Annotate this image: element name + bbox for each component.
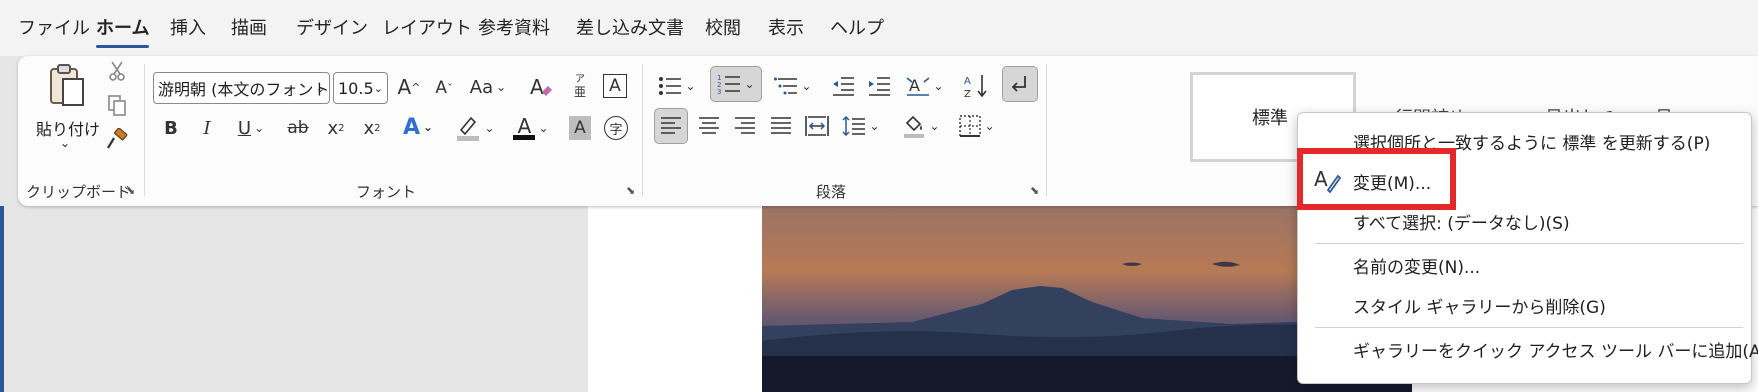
svg-text:A: A — [909, 76, 920, 95]
tab-review[interactable]: 校閲 — [705, 14, 741, 40]
format-painter-icon[interactable] — [104, 126, 130, 152]
group-separator — [1046, 64, 1047, 196]
italic-button[interactable]: I — [194, 112, 220, 144]
menu-separator — [1315, 327, 1743, 328]
tab-layout[interactable]: レイアウト — [382, 14, 472, 40]
clipboard-group-label: クリップボード — [26, 183, 132, 201]
tab-file[interactable]: ファイル — [18, 14, 90, 40]
show-formatting-marks-icon[interactable] — [1002, 66, 1038, 102]
paste-dropdown-chevron-icon[interactable]: ⌄ — [60, 136, 70, 150]
distributed-icon[interactable] — [800, 108, 834, 144]
line-spacing-icon[interactable]: ⌄ — [838, 108, 884, 144]
shrink-font-icon[interactable]: Aˇ — [430, 72, 458, 104]
tab-home[interactable]: ホーム — [96, 14, 150, 48]
tab-references[interactable]: 参考資料 — [478, 14, 550, 40]
tab-mailings[interactable]: 差し込み文書 — [576, 14, 684, 40]
copy-icon[interactable] — [104, 92, 130, 118]
phonetic-guide-icon[interactable]: ア亜 — [566, 68, 594, 104]
bold-button[interactable]: B — [158, 112, 184, 144]
bullets-icon[interactable]: ⌄ — [654, 68, 700, 104]
font-size-dropdown-icon[interactable]: ⌄ — [374, 82, 383, 95]
numbering-icon[interactable]: 1 2 3 ⌄ — [710, 66, 762, 102]
enclosed-character-icon[interactable]: 字 — [602, 112, 630, 144]
paste-icon[interactable] — [46, 62, 88, 110]
shading-icon[interactable]: ⌄ — [898, 108, 944, 144]
tab-view[interactable]: 表示 — [768, 14, 804, 40]
tab-draw[interactable]: 描画 — [231, 14, 267, 40]
enclose-characters-icon[interactable]: A — [601, 70, 629, 102]
align-center-icon[interactable] — [692, 108, 726, 144]
font-size-value: 10.5 — [338, 78, 374, 98]
subscript-button[interactable]: x2 — [322, 112, 350, 144]
align-right-icon[interactable] — [728, 108, 762, 144]
font-group-label: フォント — [356, 183, 417, 201]
group-separator — [642, 64, 643, 196]
superscript-button[interactable]: x2 — [358, 112, 386, 144]
menu-item-remove-from-gallery[interactable]: スタイル ギャラリーから削除(G) — [1353, 293, 1606, 318]
clipboard-dialog-launcher-icon[interactable]: ⬊ — [126, 184, 138, 197]
character-spacing-icon[interactable]: A ⌄ — [902, 68, 948, 104]
svg-text:A: A — [964, 76, 971, 87]
tab-insert[interactable]: 挿入 — [170, 14, 206, 40]
style-gallery-standard-label: 標準 — [1252, 108, 1288, 129]
align-left-icon[interactable] — [654, 108, 688, 144]
strikethrough-button[interactable]: ab — [284, 112, 312, 144]
font-dialog-launcher-icon[interactable]: ⬊ — [626, 184, 638, 197]
menu-separator — [1315, 243, 1743, 244]
borders-icon[interactable]: ⌄ — [954, 108, 1000, 144]
tab-help[interactable]: ヘルプ — [830, 14, 884, 40]
svg-text:3: 3 — [717, 88, 721, 95]
svg-text:A: A — [530, 75, 544, 99]
paragraph-dialog-launcher-icon[interactable]: ⬊ — [1030, 184, 1042, 197]
paragraph-group-label: 段落 — [816, 183, 847, 201]
grow-font-icon[interactable]: A ^ — [394, 70, 424, 104]
multilevel-list-icon[interactable]: ⌄ — [770, 68, 816, 104]
cut-icon[interactable] — [104, 58, 130, 84]
character-shading-icon[interactable]: A — [566, 112, 594, 144]
highlight-annotation-box — [1297, 148, 1456, 210]
menu-item-select-all[interactable]: すべて選択: (データなし)(S) — [1353, 209, 1570, 234]
document-margin-area — [0, 206, 588, 392]
increase-indent-icon[interactable] — [864, 68, 894, 104]
font-size-combobox[interactable]: 10.5 ⌄ — [333, 72, 388, 104]
font-name-dropdown-icon[interactable]: ⌄ — [316, 82, 325, 95]
clear-formatting-icon[interactable]: A — [526, 70, 556, 104]
font-color-icon[interactable]: A ⌄ — [508, 110, 554, 146]
menu-item-add-to-quick-access[interactable]: ギャラリーをクイック アクセス ツール バーに追加(A) — [1353, 337, 1758, 362]
tab-design[interactable]: デザイン — [296, 14, 368, 40]
font-name-combobox[interactable]: 游明朝 (本文のフォント ⌄ — [153, 72, 330, 104]
highlight-color-icon[interactable]: ⌄ — [452, 110, 498, 146]
sort-icon[interactable]: AZ — [960, 68, 994, 104]
font-name-value: 游明朝 (本文のフォント — [158, 80, 330, 99]
ribbon-tab-bar: ファイル ホーム 挿入 描画 デザイン レイアウト 参考資料 差し込み文書 校閲… — [0, 0, 1758, 56]
text-effects-icon[interactable]: A ⌄ — [396, 110, 440, 144]
svg-text:Z: Z — [964, 89, 971, 99]
menu-item-rename[interactable]: 名前の変更(N)... — [1353, 253, 1480, 278]
change-case-icon[interactable]: Aa ⌄ — [466, 70, 510, 104]
group-separator — [144, 64, 145, 196]
justify-icon[interactable] — [764, 108, 798, 144]
decrease-indent-icon[interactable] — [828, 68, 858, 104]
underline-button[interactable]: U ⌄ — [228, 112, 274, 144]
